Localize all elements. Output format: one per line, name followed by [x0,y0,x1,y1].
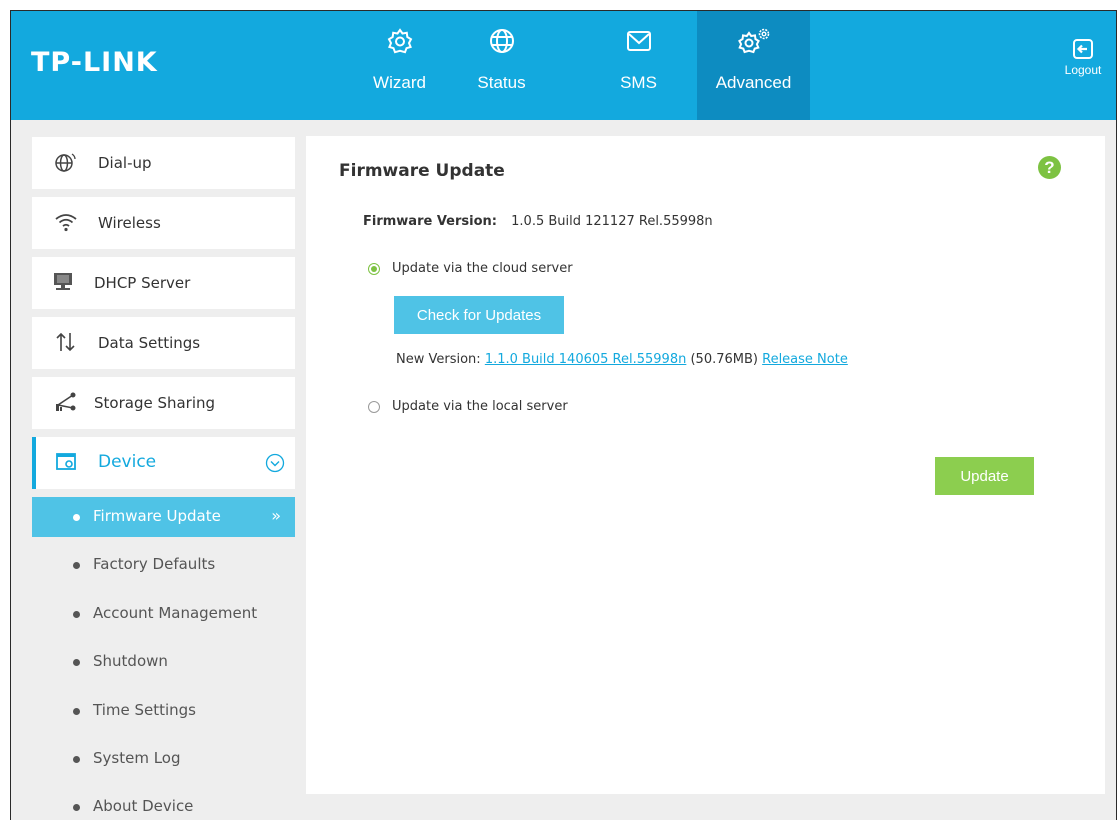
tab-advanced[interactable]: Advanced [697,11,810,120]
new-version-link[interactable]: 1.1.0 Build 140605 Rel.55998n [485,352,687,367]
sidebar-item-label: Wireless [98,214,161,232]
tab-status-label: Status [477,73,526,92]
sub-item-label: Firmware Update [93,507,221,525]
tab-sms[interactable]: SMS [582,11,695,120]
main-panel: Firmware Update ? Firmware Version: 1.0.… [306,136,1105,794]
chevron-down-icon[interactable] [265,453,285,473]
update-button[interactable]: Update [935,457,1034,495]
sidebar-sub-about-device[interactable]: About Device [32,787,295,820]
monitor-icon [54,273,72,290]
sidebar-sub-account-management[interactable]: Account Management [32,594,295,634]
gears-icon [737,28,769,54]
tab-wizard[interactable]: Wizard [343,11,456,120]
share-icon [56,392,76,411]
sub-item-label: Shutdown [93,652,168,670]
radio-local-server[interactable]: Update via the local server [368,399,568,414]
sub-item-label: Account Management [93,604,258,622]
wifi-icon [55,214,77,232]
sidebar-sub-factory-defaults[interactable]: Factory Defaults [32,545,295,585]
page-title: Firmware Update [339,161,505,181]
sidebar-item-label: Data Settings [98,334,201,352]
new-version-size: (50.76MB) [690,352,758,367]
sidebar-item-dhcp[interactable]: DHCP Server [32,257,295,309]
gear-icon [387,28,412,54]
sidebar-sub-system-log[interactable]: System Log [32,739,295,779]
help-icon[interactable]: ? [1038,156,1061,179]
tab-wizard-label: Wizard [373,73,426,92]
sub-item-label: Factory Defaults [93,555,216,573]
tab-status[interactable]: Status [445,11,558,120]
radio-local-label: Update via the local server [392,399,568,414]
new-version-row: New Version: 1.1.0 Build 140605 Rel.5599… [396,352,848,367]
logout-label: Logout [1064,63,1102,77]
tab-advanced-label: Advanced [715,73,792,92]
sub-item-label: About Device [93,797,194,815]
firmware-version-label: Firmware Version: [363,214,497,229]
bullet-icon [73,562,80,569]
bullet-icon [73,708,80,715]
top-header: TP-LINK Wizard Status SMS Advanced Logou… [11,11,1116,120]
sidebar-item-wireless[interactable]: Wireless [32,197,295,249]
sidebar-item-label: Device [98,452,157,472]
sidebar-sub-shutdown[interactable]: Shutdown [32,642,295,682]
release-note-link[interactable]: Release Note [762,352,848,367]
bullet-icon [73,804,80,811]
globe-signal-icon [55,153,76,172]
radio-cloud-server[interactable]: Update via the cloud server [368,261,573,276]
check-for-updates-button[interactable]: Check for Updates [394,296,564,334]
sub-item-label: Time Settings [93,701,197,719]
sidebar-item-dialup[interactable]: Dial-up [32,137,295,189]
sidebar-sub-time-settings[interactable]: Time Settings [32,691,295,731]
sidebar-item-device[interactable]: Device [32,437,295,489]
device-settings-icon [56,453,76,470]
firmware-version-row: Firmware Version: 1.0.5 Build 121127 Rel… [363,214,713,229]
new-version-label: New Version: [396,352,481,367]
envelope-icon [626,31,651,51]
tab-sms-label: SMS [620,73,657,92]
bullet-icon [73,659,80,666]
radio-cloud-label: Update via the cloud server [392,261,573,276]
tplink-logo: TP-LINK [31,47,158,78]
double-chevron-right-icon: » [271,506,281,525]
bullet-icon [73,756,80,763]
sub-item-label: System Log [93,749,181,767]
sidebar-sub-firmware-update[interactable]: Firmware Update » [32,497,295,537]
sidebar-item-label: DHCP Server [94,274,191,292]
sidebar-item-label: Dial-up [98,154,152,172]
logout-icon [1073,39,1093,59]
globe-icon [489,29,514,53]
logout-button[interactable]: Logout [1060,37,1106,77]
firmware-version-value: 1.0.5 Build 121127 Rel.55998n [511,214,713,229]
sidebar-item-label: Storage Sharing [94,394,216,412]
sidebar-item-storage-sharing[interactable]: Storage Sharing [32,377,295,429]
sidebar-item-data-settings[interactable]: Data Settings [32,317,295,369]
bullet-icon [73,514,80,521]
radio-local-button[interactable] [368,400,380,413]
updown-arrows-icon [56,332,75,352]
radio-cloud-button[interactable] [368,262,380,275]
bullet-icon [73,611,80,618]
app-window: TP-LINK Wizard Status SMS Advanced Logou… [10,10,1117,820]
